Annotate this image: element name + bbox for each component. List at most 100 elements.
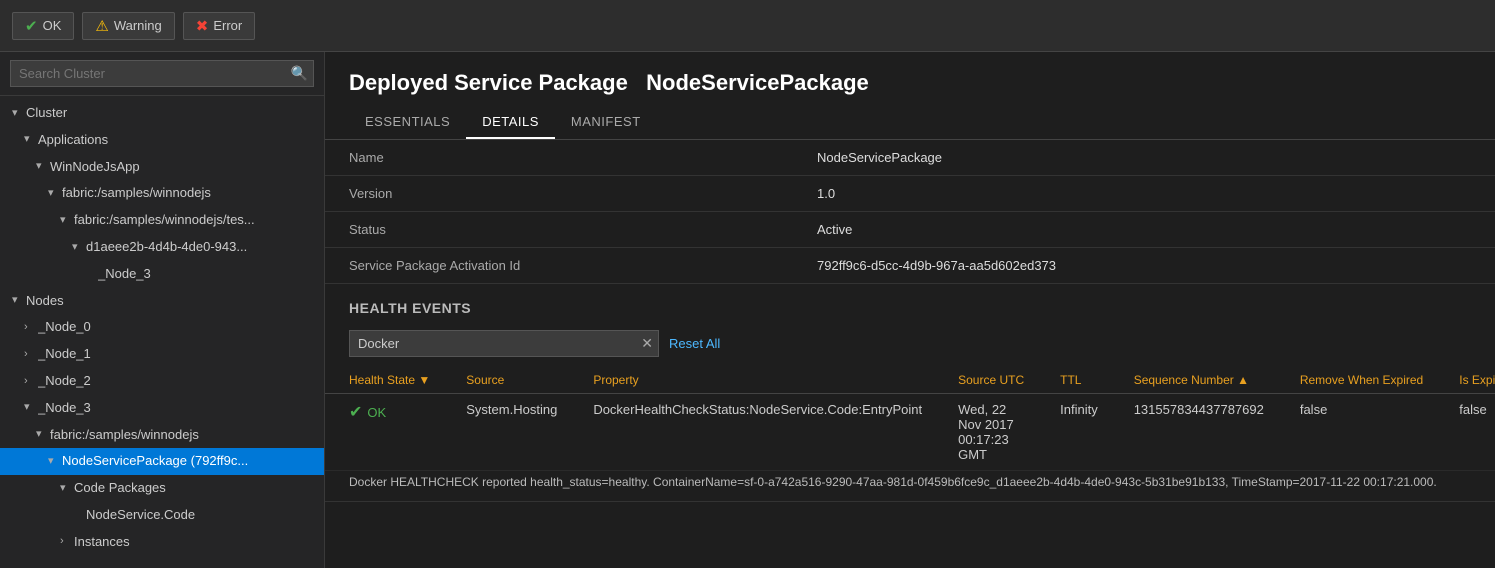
details-row: StatusActive <box>325 212 1495 248</box>
error-icon: ✖ <box>196 17 209 35</box>
tree-item-label: Cluster <box>26 103 324 124</box>
chevron-icon: ▾ <box>36 426 50 444</box>
chevron-icon: ▾ <box>12 105 26 123</box>
tree-item-label: fabric:/samples/winnodejs <box>50 425 324 446</box>
sort-arrow: ▼ <box>418 373 430 387</box>
warning-icon: ⚠ <box>95 17 108 35</box>
tree-item-label: NodeService.Code <box>86 505 324 526</box>
detail-value: NodeServicePackage <box>793 140 1495 176</box>
detail-label: Status <box>325 212 793 248</box>
search-box: 🔍 <box>0 52 324 96</box>
tree-item-d1aeee2b[interactable]: ▾d1aeee2b-4d4b-4de0-943... <box>0 234 324 261</box>
tree-item-label: Nodes <box>26 291 324 312</box>
error-button[interactable]: ✖ Error <box>183 12 255 40</box>
ok-button[interactable]: ✔ OK <box>12 12 74 40</box>
topbar: ✔ OK ⚠ Warning ✖ Error <box>0 0 1495 52</box>
search-input[interactable] <box>10 60 314 87</box>
detail-value: Active <box>793 212 1495 248</box>
tree-item-label: _Node_2 <box>38 371 324 392</box>
ok-label: OK <box>43 18 62 33</box>
tree-item-node3[interactable]: ▾_Node_3 <box>0 395 324 422</box>
sort-arrow: ▲ <box>1237 373 1249 387</box>
tree-item-fabricSamplesWinnodejsNode3[interactable]: ▾fabric:/samples/winnodejs <box>0 422 324 449</box>
tree-item-label: Applications <box>38 130 324 151</box>
tree-item-label: NodeServicePackage (792ff9c... <box>62 451 324 472</box>
warning-button[interactable]: ⚠ Warning <box>82 12 174 40</box>
tree-item-fabricSamplesWinnodejsTes[interactable]: ▾fabric:/samples/winnodejs/tes... <box>0 207 324 234</box>
detail-value: 792ff9c6-d5cc-4d9b-967a-aa5d602ed373 <box>793 248 1495 284</box>
chevron-icon: ▾ <box>48 185 62 203</box>
title-name: NodeServicePackage <box>646 70 869 95</box>
title-prefix: Deployed Service Package <box>349 70 628 95</box>
source-utc-cell: Wed, 22 Nov 2017 00:17:23 GMT <box>934 394 1036 471</box>
warning-label: Warning <box>114 18 162 33</box>
health-col-health-state[interactable]: Health State ▼ <box>325 367 442 394</box>
chevron-icon: › <box>60 533 74 551</box>
health-description: Docker HEALTHCHECK reported health_statu… <box>325 471 1495 502</box>
tree-item-label: Code Packages <box>74 478 324 499</box>
search-input-wrap: 🔍 <box>10 60 314 87</box>
tabs-bar: ESSENTIALSDETAILSMANIFEST <box>325 106 1495 140</box>
tree-item-label: _Node_0 <box>38 317 324 338</box>
health-col-remove-when-expired: Remove When Expired <box>1276 367 1435 394</box>
tree-item-cluster[interactable]: ▾Cluster <box>0 100 324 127</box>
tree: ▾Cluster▾Applications▾WinNodeJsApp▾fabri… <box>0 96 324 568</box>
page-title: Deployed Service Package NodeServicePack… <box>349 70 1471 96</box>
detail-label: Service Package Activation Id <box>325 248 793 284</box>
tree-item-winNodeJsApp[interactable]: ▾WinNodeJsApp <box>0 154 324 181</box>
filter-input[interactable] <box>349 330 659 357</box>
chevron-icon: ▾ <box>24 131 38 149</box>
tree-item-nodeServiceCode[interactable]: NodeService.Code <box>0 502 324 529</box>
chevron-icon: ▾ <box>48 453 62 471</box>
health-table: Health State ▼SourcePropertySource UTCTT… <box>325 367 1495 502</box>
health-col-is-expired: Is Expired <box>1435 367 1495 394</box>
health-col-ttl: TTL <box>1036 367 1110 394</box>
tree-item-label: fabric:/samples/winnodejs <box>62 183 324 204</box>
details-table: NameNodeServicePackageVersion1.0StatusAc… <box>325 140 1495 284</box>
search-icon: 🔍 <box>291 65 308 82</box>
tree-item-label: _Node_3 <box>98 264 324 285</box>
health-col-property: Property <box>569 367 934 394</box>
tab-details[interactable]: DETAILS <box>466 106 555 139</box>
sidebar: 🔍 ▾Cluster▾Applications▾WinNodeJsApp▾fab… <box>0 52 325 568</box>
health-events-title: HEALTH EVENTS <box>325 284 1495 324</box>
clear-icon[interactable]: ✕ <box>641 335 653 352</box>
health-table-row: ✔ OKSystem.HostingDockerHealthCheckStatu… <box>325 394 1495 471</box>
chevron-icon: › <box>24 319 38 337</box>
content-area: Deployed Service Package NodeServicePack… <box>325 52 1495 568</box>
detail-label: Name <box>325 140 793 176</box>
health-description-row: Docker HEALTHCHECK reported health_statu… <box>325 471 1495 502</box>
tree-item-label: WinNodeJsApp <box>50 157 324 178</box>
tree-item-nodes[interactable]: ▾Nodes <box>0 288 324 315</box>
tree-item-label: d1aeee2b-4d4b-4de0-943... <box>86 237 324 258</box>
tab-manifest[interactable]: MANIFEST <box>555 106 657 139</box>
tree-item-node1[interactable]: ›_Node_1 <box>0 341 324 368</box>
tree-item-node2[interactable]: ›_Node_2 <box>0 368 324 395</box>
property-cell: DockerHealthCheckStatus:NodeService.Code… <box>569 394 934 471</box>
chevron-icon: ▾ <box>36 158 50 176</box>
health-col-source-utc: Source UTC <box>934 367 1036 394</box>
filter-row: ✕ Reset All <box>325 324 1495 367</box>
remove-when-expired-cell: false <box>1276 394 1435 471</box>
tree-item-codePackages[interactable]: ▾Code Packages <box>0 475 324 502</box>
tree-item-applications[interactable]: ▾Applications <box>0 127 324 154</box>
chevron-icon: ▾ <box>12 292 26 310</box>
detail-label: Version <box>325 176 793 212</box>
tab-essentials[interactable]: ESSENTIALS <box>349 106 466 139</box>
tree-item-label: Instances <box>74 532 324 553</box>
health-col-sequence-number[interactable]: Sequence Number ▲ <box>1110 367 1276 394</box>
tree-item-node0[interactable]: ›_Node_0 <box>0 314 324 341</box>
reset-all-link[interactable]: Reset All <box>669 336 720 351</box>
filter-input-wrap: ✕ <box>349 330 659 357</box>
tree-item-fabricSamplesWinnodejs[interactable]: ▾fabric:/samples/winnodejs <box>0 180 324 207</box>
tree-item-instances[interactable]: ›Instances <box>0 529 324 556</box>
tree-item-label: _Node_3 <box>38 398 324 419</box>
detail-value: 1.0 <box>793 176 1495 212</box>
chevron-icon: ▾ <box>24 399 38 417</box>
tree-item-nodeServicePackage[interactable]: ▾NodeServicePackage (792ff9c... <box>0 448 324 475</box>
details-row: Version1.0 <box>325 176 1495 212</box>
tree-item-node3label[interactable]: _Node_3 <box>0 261 324 288</box>
details-row: NameNodeServicePackage <box>325 140 1495 176</box>
chevron-icon: › <box>24 346 38 364</box>
health-state-cell: ✔ OK <box>325 394 442 471</box>
